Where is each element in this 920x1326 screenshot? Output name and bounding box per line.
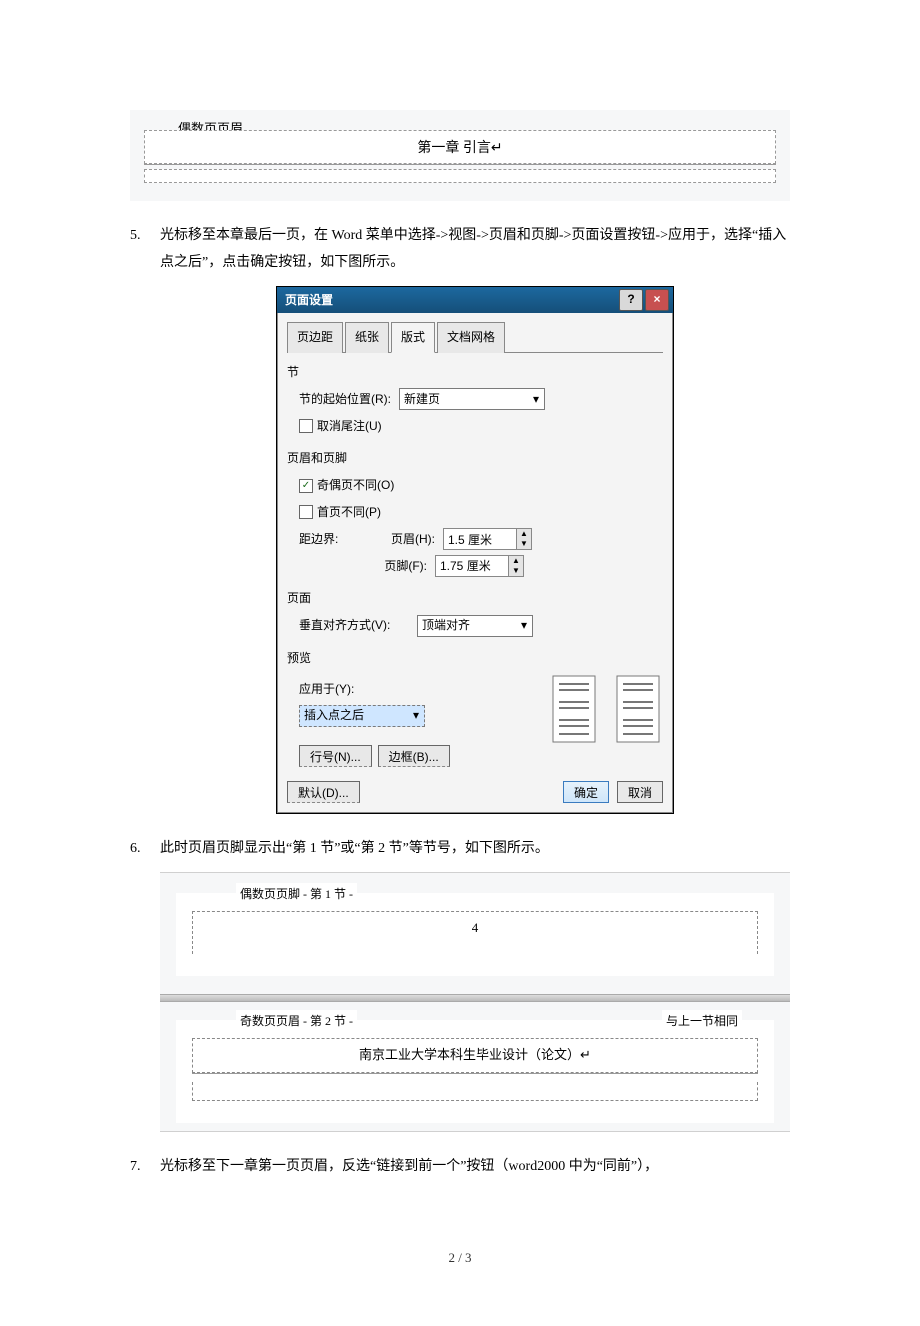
page-setup-dialog: 页面设置 ? × 页边距 纸张 版式 文档网格 节 xyxy=(276,286,674,813)
figure-header-even: 偶数页页眉 第一章 引言↵ xyxy=(130,110,790,201)
page-preview-icon xyxy=(549,674,599,744)
step-6-text: 此时页眉页脚显示出“第 1 节”或“第 2 节”等节号，如下图所示。 xyxy=(160,841,549,856)
checkbox-empty-icon xyxy=(299,419,313,433)
spin-down-icon[interactable]: ▼ xyxy=(509,566,523,576)
dialog-titlebar: 页面设置 ? × xyxy=(277,287,673,313)
figure-sections: 偶数页页脚 - 第 1 节 - 4 奇数页页眉 - 第 2 节 - 与上一节相同… xyxy=(160,872,790,1132)
section-break-bar xyxy=(160,994,790,1002)
header-dist-spinner[interactable]: ▲▼ xyxy=(443,528,532,550)
group-header-footer: 页眉和页脚 ✓ 奇偶页不同(O) 首页不同(P) 距边界: 页眉(H): xyxy=(287,447,663,577)
odd-even-label: 奇偶页不同(O) xyxy=(317,474,394,497)
suppress-endnote-label: 取消尾注(U) xyxy=(317,415,382,438)
fig-tag-same-as-prev: 与上一节相同 xyxy=(662,1010,742,1033)
section-start-label: 节的起始位置(R): xyxy=(299,388,391,411)
first-page-checkbox[interactable]: 首页不同(P) xyxy=(287,501,663,524)
fig-tag-even-footer-sec1: 偶数页页脚 - 第 1 节 - xyxy=(236,883,357,906)
tab-grid[interactable]: 文档网格 xyxy=(437,322,505,353)
group-page: 页面 垂直对齐方式(V): 顶端对齐 ▾ xyxy=(287,587,663,637)
step-7-number: 7. xyxy=(130,1154,141,1181)
footer-pageno: 4 xyxy=(192,911,758,954)
tab-paper[interactable]: 纸张 xyxy=(345,322,389,353)
group-hf-title: 页眉和页脚 xyxy=(287,447,663,470)
step-5-text: 光标移至本章最后一页，在 Word 菜单中选择->视图->页眉和页脚->页面设置… xyxy=(160,228,786,270)
apply-to-value: 插入点之后 xyxy=(304,704,364,727)
step-5: 5. 光标移至本章最后一页，在 Word 菜单中选择->视图->页眉和页脚->页… xyxy=(130,223,790,814)
step-7-text: 光标移至下一章第一页页眉，反选“链接到前一个”按钮（word2000 中为“同前… xyxy=(160,1159,658,1174)
footer-dist-input[interactable] xyxy=(436,556,508,576)
spin-up-icon[interactable]: ▲ xyxy=(509,556,523,566)
group-preview-title: 预览 xyxy=(287,647,663,670)
group-page-title: 页面 xyxy=(287,587,663,610)
tab-margin[interactable]: 页边距 xyxy=(287,322,343,353)
header-empty-row xyxy=(144,169,776,183)
header-content: 第一章 引言↵ xyxy=(144,130,776,164)
checkbox-empty-icon xyxy=(299,505,313,519)
chevron-down-icon: ▾ xyxy=(516,614,532,637)
valign-combo[interactable]: 顶端对齐 ▾ xyxy=(417,615,533,637)
odd-even-checkbox[interactable]: ✓ 奇偶页不同(O) xyxy=(287,474,663,497)
valign-value: 顶端对齐 xyxy=(422,614,470,637)
cancel-button[interactable]: 取消 xyxy=(617,781,663,803)
step-6: 6. 此时页眉页脚显示出“第 1 节”或“第 2 节”等节号，如下图所示。 偶数… xyxy=(130,836,790,1132)
step-5-number: 5. xyxy=(130,223,141,250)
checkbox-checked-icon: ✓ xyxy=(299,479,313,493)
first-page-label: 首页不同(P) xyxy=(317,501,381,524)
chevron-down-icon: ▾ xyxy=(528,388,544,411)
header-dist-input[interactable] xyxy=(444,529,516,549)
document-page: 偶数页页眉 第一章 引言↵ 5. 光标移至本章最后一页，在 Word 菜单中选择… xyxy=(0,0,920,1326)
page-preview-icon xyxy=(613,674,663,744)
section-2-header: 奇数页页眉 - 第 2 节 - 与上一节相同 南京工业大学本科生毕业设计（论文）… xyxy=(176,1020,774,1123)
edge-label: 距边界: xyxy=(299,528,367,551)
dialog-tabs: 页边距 纸张 版式 文档网格 xyxy=(287,321,663,353)
apply-to-combo[interactable]: 插入点之后 ▾ xyxy=(299,705,425,727)
step-6-number: 6. xyxy=(130,836,141,863)
tab-layout[interactable]: 版式 xyxy=(391,322,435,353)
border-button[interactable]: 边框(B)... xyxy=(378,745,450,767)
titlebar-help-button[interactable]: ? xyxy=(619,289,643,311)
dialog-title: 页面设置 xyxy=(285,289,333,312)
fig-tag-odd-header-sec2: 奇数页页眉 - 第 2 节 - xyxy=(236,1010,357,1033)
apply-to-label: 应用于(Y): xyxy=(299,678,354,701)
odd-header-text: 南京工业大学本科生毕业设计（论文）↵ xyxy=(192,1038,758,1073)
document-page-number: 2 / 3 xyxy=(130,1250,790,1266)
suppress-endnote-checkbox[interactable]: 取消尾注(U) xyxy=(287,415,663,438)
footer-dist-spinner[interactable]: ▲▼ xyxy=(435,555,524,577)
footer-dist-label: 页脚(F): xyxy=(367,555,427,578)
defaults-button[interactable]: 默认(D)... xyxy=(287,781,360,803)
section-start-value: 新建页 xyxy=(404,388,440,411)
section-1-footer: 偶数页页脚 - 第 1 节 - 4 xyxy=(176,893,774,976)
valign-label: 垂直对齐方式(V): xyxy=(299,614,409,637)
header-dist-label: 页眉(H): xyxy=(375,528,435,551)
spin-up-icon[interactable]: ▲ xyxy=(517,529,531,539)
titlebar-close-button[interactable]: × xyxy=(645,289,669,311)
step-7: 7. 光标移至下一章第一页页眉，反选“链接到前一个”按钮（word2000 中为… xyxy=(130,1154,790,1181)
spin-down-icon[interactable]: ▼ xyxy=(517,539,531,549)
group-preview: 预览 应用于(Y): 插入点之后 ▾ xyxy=(287,647,663,771)
group-section-title: 节 xyxy=(287,361,663,384)
ok-button[interactable]: 确定 xyxy=(563,781,609,803)
line-number-button[interactable]: 行号(N)... xyxy=(299,745,372,767)
chevron-down-icon: ▾ xyxy=(408,704,424,727)
section-start-combo[interactable]: 新建页 ▾ xyxy=(399,388,545,410)
header-empty xyxy=(192,1082,758,1101)
group-section: 节 节的起始位置(R): 新建页 ▾ 取消尾注(U) xyxy=(287,361,663,437)
preview-thumbnails xyxy=(549,674,663,744)
page-number-4: 4 xyxy=(472,920,479,935)
